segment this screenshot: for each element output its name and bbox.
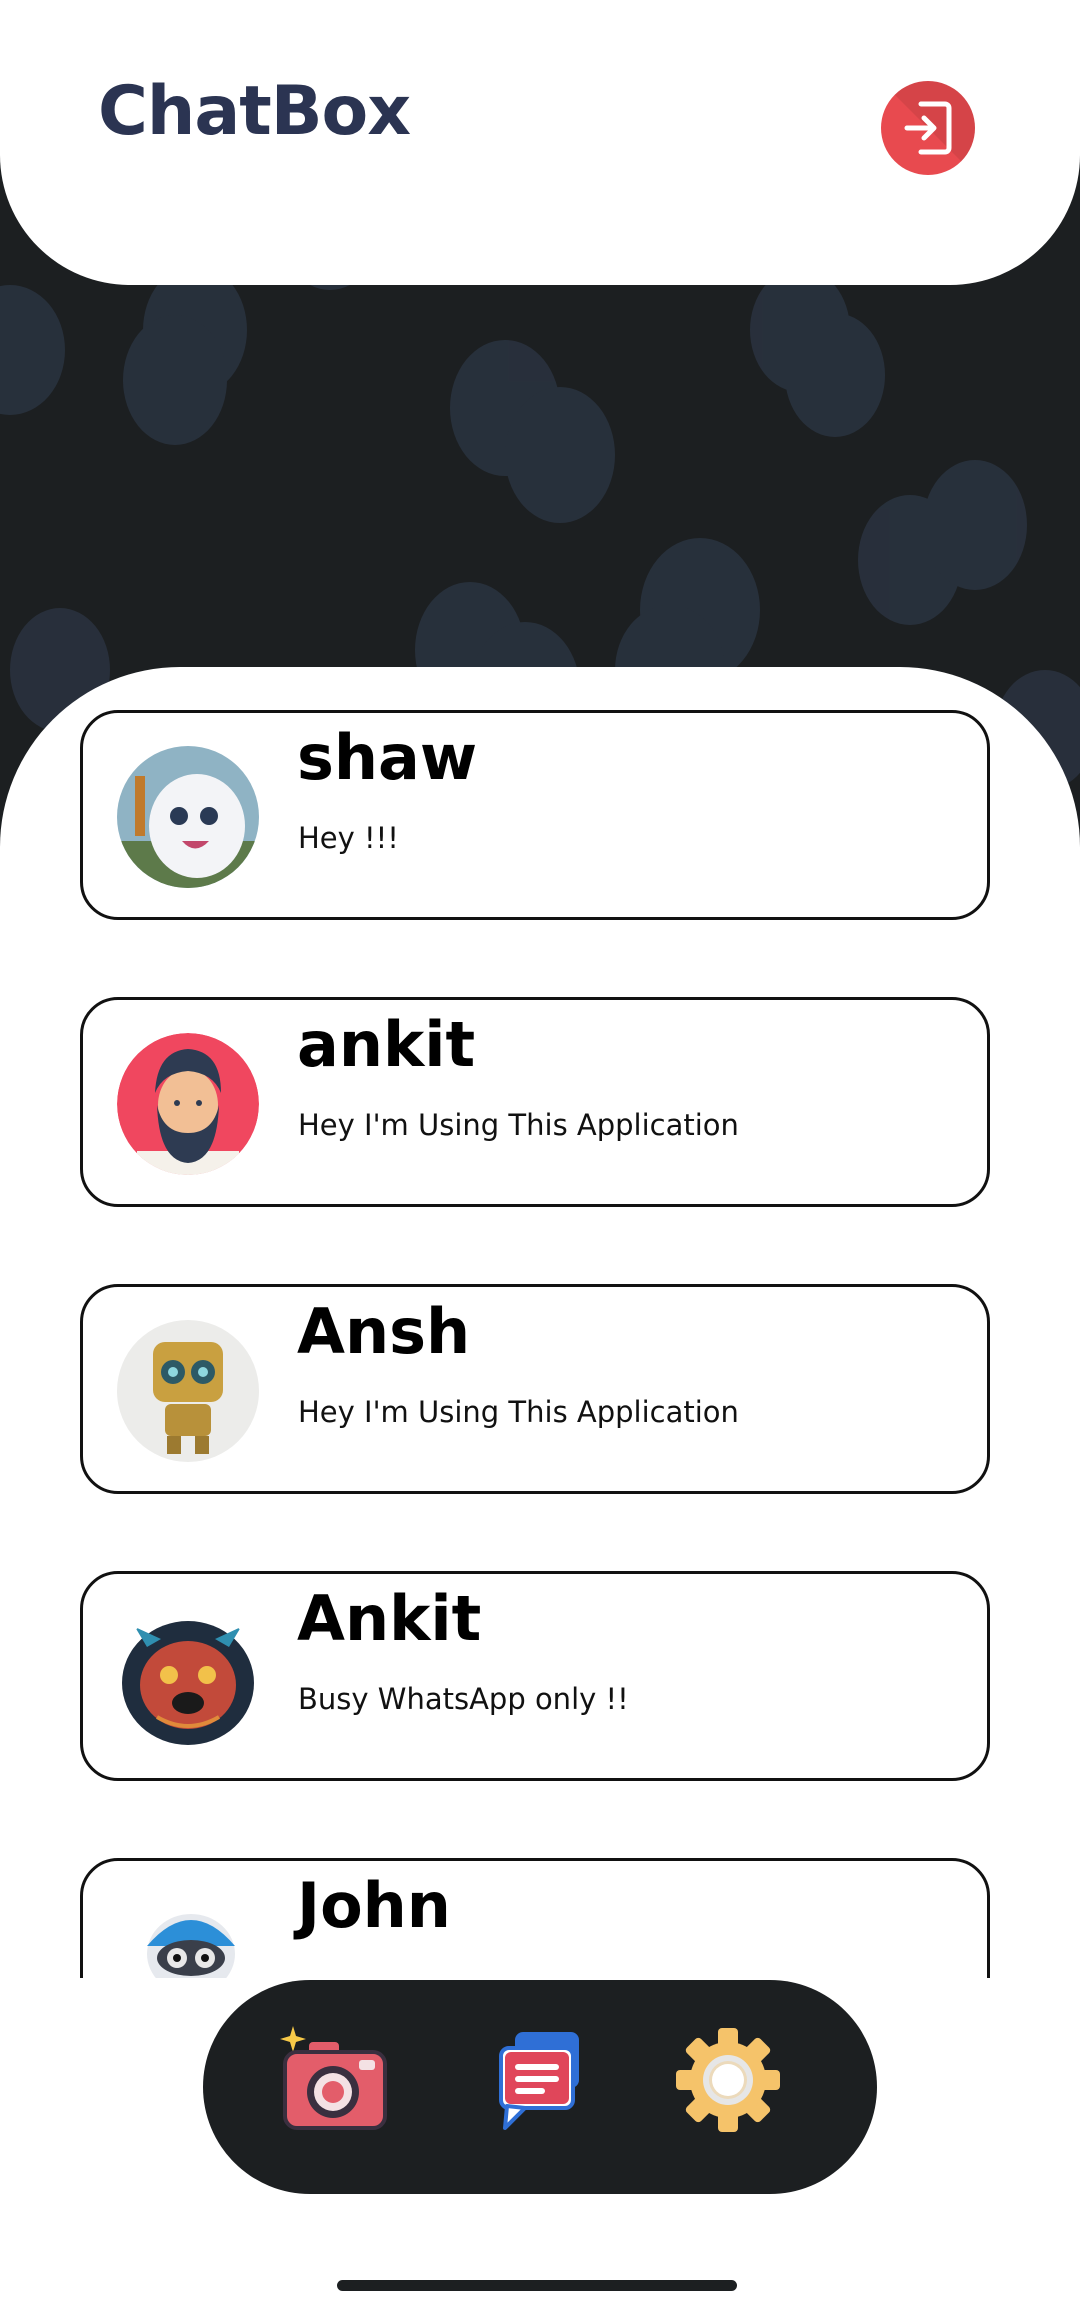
- chat-name: John: [297, 1869, 451, 1942]
- robot-pilot-avatar: [117, 1894, 259, 1978]
- chat-name: Ansh: [297, 1295, 471, 1368]
- avatar: [117, 1033, 259, 1175]
- chat-status: Hey I'm Using This Application: [298, 1108, 739, 1142]
- camera-icon: [280, 2026, 387, 2130]
- bearded-man-avatar: [117, 1033, 259, 1175]
- chat-status: Hey I'm Using This Application: [298, 1395, 739, 1429]
- chat-name: Ankit: [297, 1582, 482, 1655]
- robot-avatar: [117, 1320, 259, 1462]
- app-title: ChatBox: [98, 72, 411, 151]
- app-header: ChatBox: [0, 0, 1080, 285]
- avatar: [117, 1607, 259, 1749]
- chat-list: shaw Hey !!! ankit Hey I'm Using This Ap…: [0, 700, 1080, 1978]
- logout-button[interactable]: [881, 81, 975, 175]
- settings-gear-icon: [676, 2028, 780, 2132]
- chat-item-ankit-2[interactable]: Ankit Busy WhatsApp only !!: [80, 1571, 990, 1781]
- white-cat-avatar: [117, 746, 259, 888]
- dog-avatar: [117, 1607, 259, 1749]
- chat-item-ansh[interactable]: Ansh Hey I'm Using This Application: [80, 1284, 990, 1494]
- avatar: [117, 746, 259, 888]
- avatar: [117, 1894, 259, 1978]
- nav-settings-button[interactable]: [673, 2020, 783, 2140]
- logout-icon: [904, 101, 952, 155]
- chat-name: shaw: [297, 721, 478, 794]
- chat-status: Busy WhatsApp only !!: [298, 1682, 629, 1716]
- bottom-nav-bar: [203, 1980, 877, 2194]
- chat-item-ankit[interactable]: ankit Hey I'm Using This Application: [80, 997, 990, 1207]
- home-indicator[interactable]: [337, 2280, 737, 2291]
- avatar: [117, 1320, 259, 1462]
- chat-item-shaw[interactable]: shaw Hey !!!: [80, 710, 990, 920]
- chat-name: ankit: [297, 1008, 476, 1081]
- nav-chats-button[interactable]: [485, 2020, 595, 2140]
- chat-status: Hey !!!: [298, 821, 399, 855]
- chat-icon: [499, 2032, 579, 2130]
- chat-item-john[interactable]: John: [80, 1858, 990, 1978]
- nav-camera-button[interactable]: [279, 2020, 389, 2140]
